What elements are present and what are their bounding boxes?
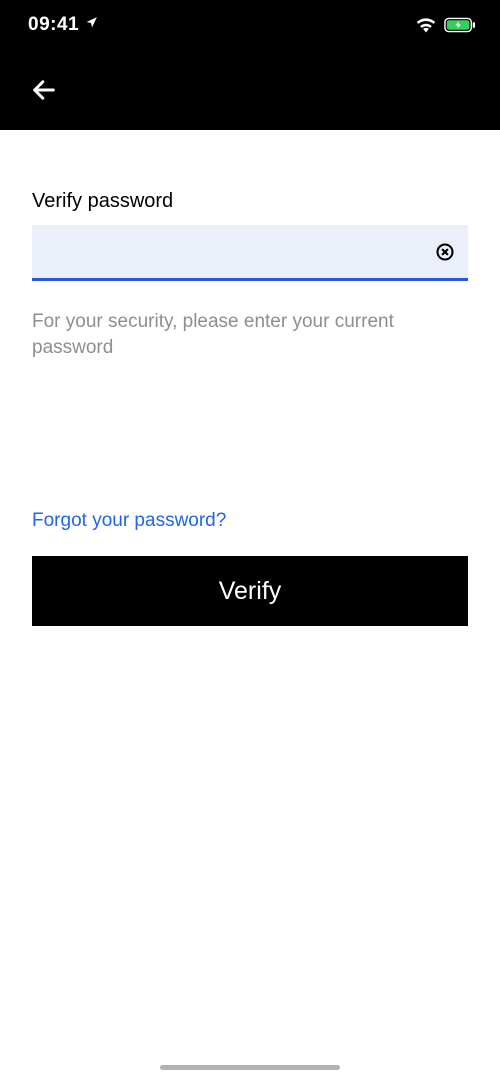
clear-input-button[interactable]: [434, 241, 456, 263]
home-indicator[interactable]: [160, 1065, 340, 1070]
location-services-icon: [85, 16, 98, 34]
wifi-icon: [416, 17, 436, 33]
password-input-wrapper: [32, 225, 468, 281]
arrow-left-icon: [30, 76, 58, 104]
status-left: 09:41: [28, 14, 98, 36]
status-time: 09:41: [28, 14, 79, 36]
nav-bar: [0, 50, 500, 130]
battery-charging-icon: [444, 17, 476, 33]
back-button[interactable]: [24, 70, 64, 110]
verify-button[interactable]: Verify: [32, 556, 468, 626]
password-field-label: Verify password: [32, 190, 468, 213]
status-right: [416, 17, 476, 33]
clear-circle-icon: [435, 242, 455, 262]
main-content: Verify password For your security, pleas…: [0, 130, 500, 626]
forgot-password-link[interactable]: Forgot your password?: [32, 510, 226, 532]
password-input[interactable]: [44, 225, 434, 278]
status-bar: 09:41: [0, 0, 500, 50]
password-helper-text: For your security, please enter your cur…: [32, 309, 468, 360]
